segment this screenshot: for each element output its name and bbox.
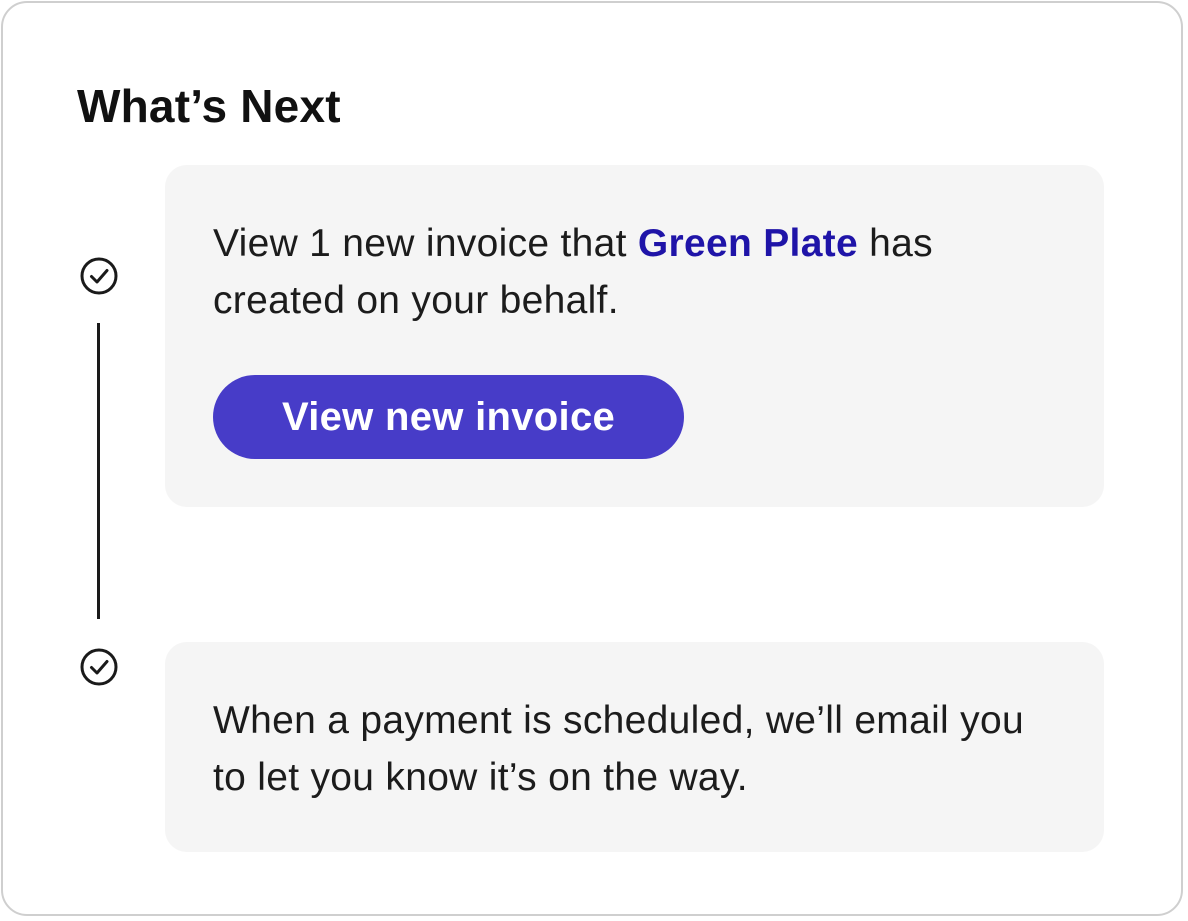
check-circle-icon (79, 256, 119, 296)
step-panel-payment: When a payment is scheduled, we’ll email… (165, 642, 1104, 852)
section-title: What’s Next (77, 80, 341, 132)
step-panel-invoice: View 1 new invoice that Green Plate has … (165, 165, 1104, 507)
whats-next-card: What’s Next View 1 new invoice that Gree… (1, 1, 1183, 916)
step-description: View 1 new invoice that Green Plate has … (213, 215, 1064, 329)
timeline-connector (97, 323, 100, 619)
view-new-invoice-button[interactable]: View new invoice (213, 375, 684, 459)
step-description: When a payment is scheduled, we’ll email… (213, 699, 1024, 799)
step-text-before: View 1 new invoice that (213, 222, 638, 265)
check-circle-icon (79, 647, 119, 687)
vendor-name: Green Plate (637, 222, 858, 265)
